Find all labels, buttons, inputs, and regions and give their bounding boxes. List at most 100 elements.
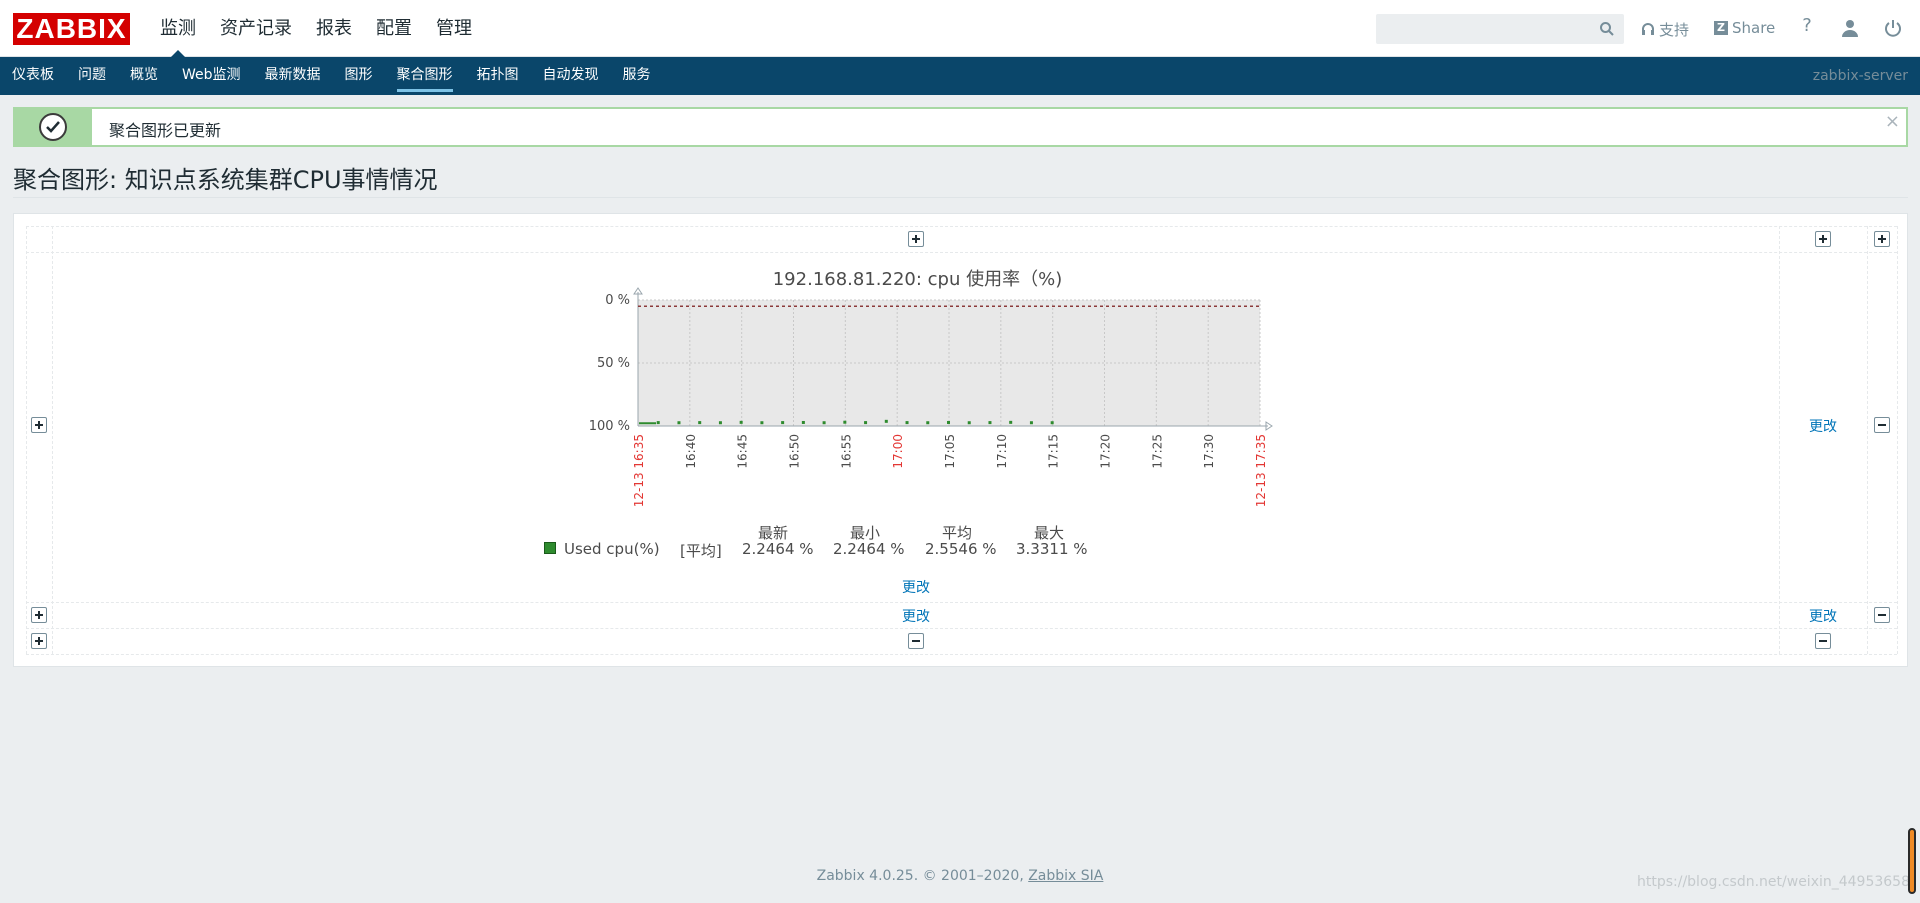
question-icon[interactable]: ? xyxy=(1794,15,1820,41)
success-badge xyxy=(15,109,92,145)
cpu-chart: 100 % 50 % 0 % 12-13 16:35 16:40 16:45 16:50 16… xyxy=(589,287,1273,507)
data-point xyxy=(760,421,764,425)
legend-last: 2.2464 % xyxy=(742,540,814,558)
data-point xyxy=(905,421,909,425)
change-link[interactable]: 更改 xyxy=(1809,606,1837,626)
x-tick-label: 12-13 16:35 xyxy=(632,434,646,507)
server-name: zabbix-server xyxy=(1812,68,1908,84)
x-tick-label: 17:10 xyxy=(995,434,1009,469)
legend-series-name: Used cpu(%) xyxy=(564,540,660,558)
add-column-button[interactable] xyxy=(908,231,924,247)
nav-inventory[interactable]: 资产记录 xyxy=(208,0,304,57)
chart-legend: 最新 最小 平均 最大 Used cpu(%) [平均] 2.2464 % 2.… xyxy=(540,520,1100,565)
data-point xyxy=(967,421,971,425)
subnav-overview[interactable]: 概览 xyxy=(118,57,170,95)
watermark: https://blog.csdn.net/weixin_44953658 xyxy=(1636,874,1910,890)
subnav-graphs[interactable]: 图形 xyxy=(333,57,385,95)
message-text: 聚合图形已更新 xyxy=(109,121,222,140)
legend-max: 3.3311 % xyxy=(1016,540,1088,558)
x-tick-label: 16:50 xyxy=(788,434,802,469)
add-column-button[interactable] xyxy=(1874,231,1890,247)
data-point xyxy=(1050,421,1054,425)
data-point xyxy=(843,420,847,424)
grid-line xyxy=(1867,226,1868,654)
x-tick-label: 16:55 xyxy=(839,434,853,469)
data-point xyxy=(781,421,785,425)
footer-text: Zabbix 4.0.25. © 2001–2020, xyxy=(816,868,1024,884)
change-link[interactable]: 更改 xyxy=(902,606,930,626)
data-point xyxy=(884,419,888,423)
success-message: 聚合图形已更新 × xyxy=(13,107,1908,147)
nav-monitoring[interactable]: 监测 xyxy=(148,0,208,57)
subnav-screens[interactable]: 聚合图形 xyxy=(385,57,465,95)
subnav-maps[interactable]: 拓扑图 xyxy=(465,57,531,95)
search-input[interactable] xyxy=(1377,15,1587,43)
nav-configuration[interactable]: 配置 xyxy=(364,0,424,57)
data-point xyxy=(822,421,826,425)
y-tick-label: 50 % xyxy=(597,356,630,371)
remove-column-button[interactable] xyxy=(908,633,924,649)
search-box xyxy=(1376,14,1624,44)
legend-func: [平均] xyxy=(680,542,722,560)
sub-nav: 仪表板 问题 概览 Web监测 最新数据 图形 聚合图形 拓扑图 自动发现 服务… xyxy=(0,57,1920,95)
data-point xyxy=(864,421,868,425)
add-row-button[interactable] xyxy=(31,607,47,623)
grid-line xyxy=(1897,226,1898,654)
x-tick-label: 16:45 xyxy=(736,434,750,469)
y-tick-label: 100 % xyxy=(589,419,630,434)
x-tick-label: 12-13 17:35 xyxy=(1254,434,1268,507)
subnav-discovery[interactable]: 自动发现 xyxy=(531,57,611,95)
grid-line xyxy=(26,654,1897,655)
title-divider xyxy=(13,197,1908,198)
headset-icon xyxy=(1642,22,1654,35)
data-point xyxy=(656,421,660,425)
subnav-latest-data[interactable]: 最新数据 xyxy=(253,57,333,95)
subnav-dashboard[interactable]: 仪表板 xyxy=(0,57,66,95)
x-tick-label: 17:00 xyxy=(891,434,905,469)
data-point xyxy=(739,420,743,424)
search-icon[interactable] xyxy=(1599,21,1615,37)
add-column-button[interactable] xyxy=(1815,231,1831,247)
add-row-button[interactable] xyxy=(31,417,47,433)
grid-line xyxy=(26,628,1897,629)
footer-link[interactable]: Zabbix SIA xyxy=(1028,868,1103,884)
share-label: Share xyxy=(1732,19,1776,37)
remove-column-button[interactable] xyxy=(1815,633,1831,649)
nav-reports[interactable]: 报表 xyxy=(304,0,364,57)
subnav-services[interactable]: 服务 xyxy=(611,57,663,95)
scroll-indicator[interactable] xyxy=(1908,828,1916,894)
data-point xyxy=(677,421,681,425)
main-nav: 监测 资产记录 报表 配置 管理 xyxy=(148,0,484,57)
remove-row-button[interactable] xyxy=(1874,607,1890,623)
user-icon[interactable] xyxy=(1837,15,1863,41)
y-tick-label: 0 % xyxy=(605,293,630,308)
x-tick-label: 17:20 xyxy=(1099,434,1113,469)
close-icon[interactable]: × xyxy=(1885,111,1900,132)
subnav-web[interactable]: Web监测 xyxy=(170,57,253,95)
data-point xyxy=(1029,421,1033,425)
legend-min: 2.2464 % xyxy=(833,540,905,558)
nav-administration[interactable]: 管理 xyxy=(424,0,484,57)
page-title: 聚合图形: 知识点系统集群CPU事情情况 xyxy=(13,166,438,194)
grid-line xyxy=(26,226,1897,227)
add-row-button[interactable] xyxy=(31,633,47,649)
support-link[interactable]: 支持 xyxy=(1641,19,1689,40)
x-tick-label: 17:15 xyxy=(1047,434,1061,469)
grid-line xyxy=(26,252,1897,253)
power-icon[interactable] xyxy=(1880,15,1906,41)
check-icon xyxy=(39,113,67,141)
data-point xyxy=(947,420,950,424)
x-tick-label: 17:05 xyxy=(943,434,957,469)
share-link[interactable]: Z Share xyxy=(1714,19,1775,37)
x-tick-label: 17:25 xyxy=(1150,434,1164,469)
x-tick-label: 17:30 xyxy=(1202,434,1216,469)
subnav-problems[interactable]: 问题 xyxy=(66,57,118,95)
data-point xyxy=(926,421,930,425)
data-point xyxy=(801,420,805,424)
change-link[interactable]: 更改 xyxy=(1809,416,1837,436)
zabbix-logo[interactable]: ZABBIX xyxy=(13,13,130,45)
change-link[interactable]: 更改 xyxy=(902,577,930,597)
x-tick-label: 16:40 xyxy=(684,434,698,469)
remove-row-button[interactable] xyxy=(1874,417,1890,433)
data-point xyxy=(698,421,702,425)
